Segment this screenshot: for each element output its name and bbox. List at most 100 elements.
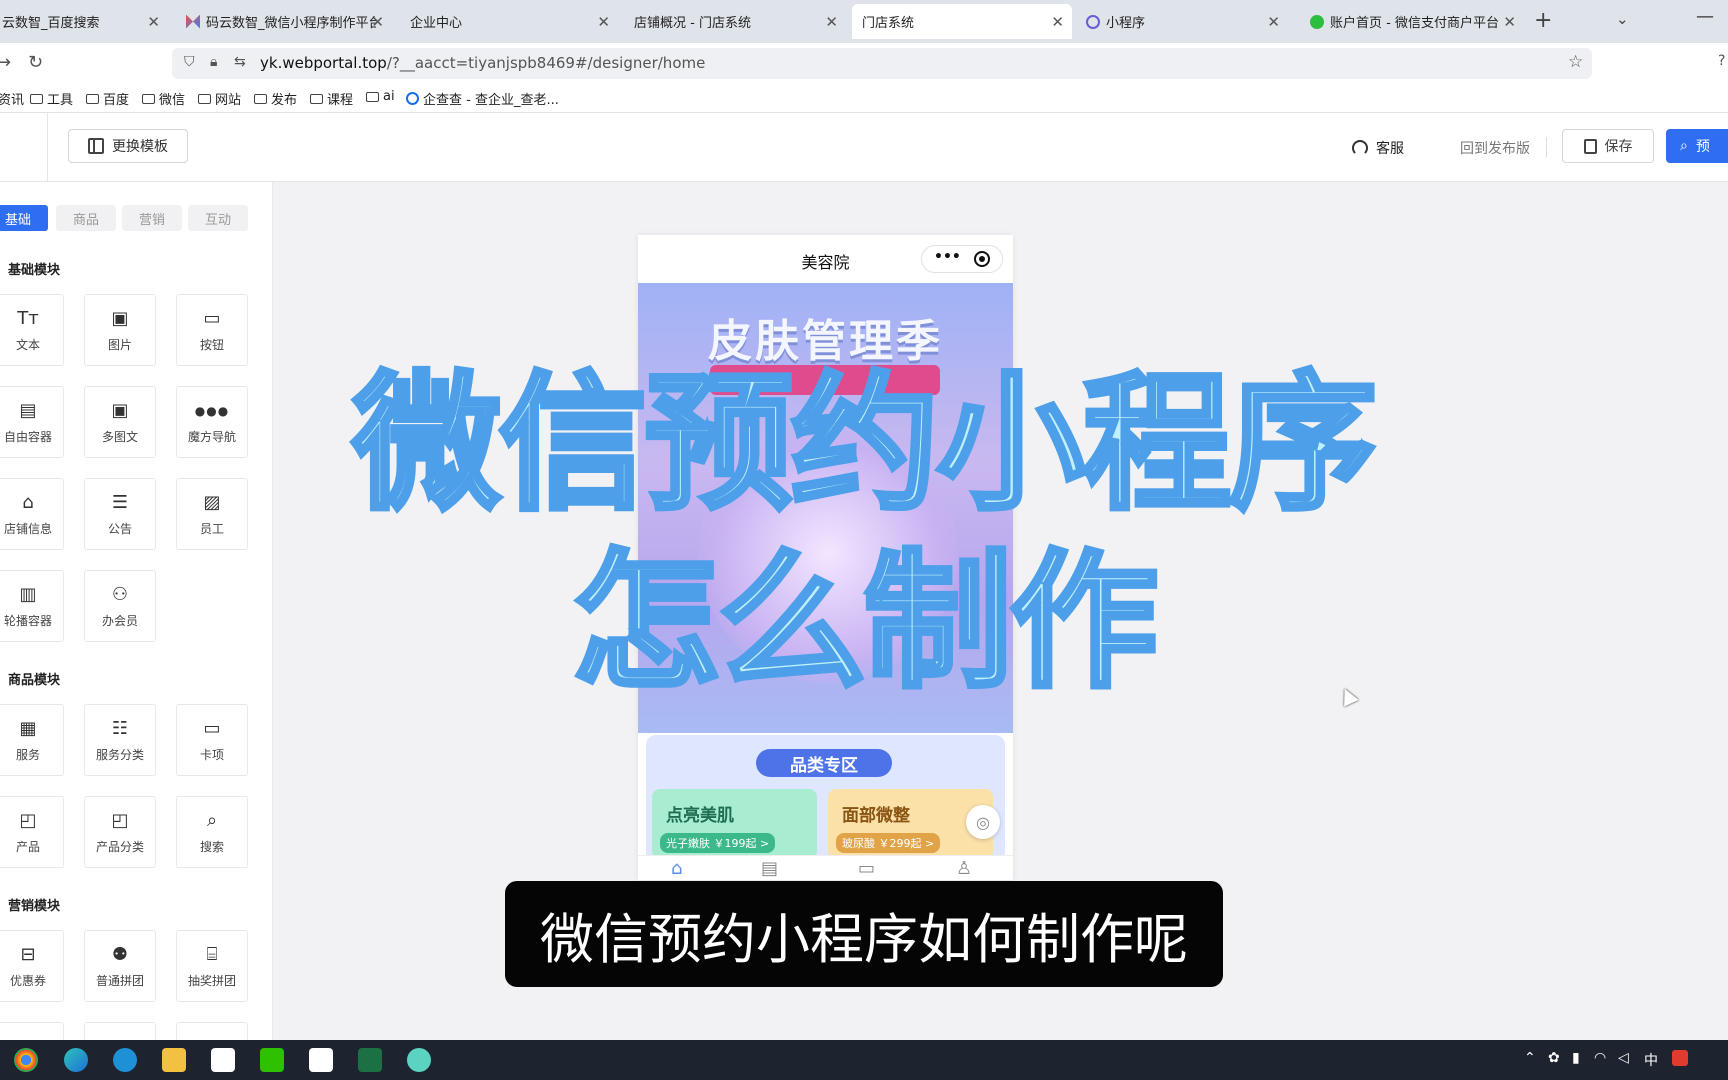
close-icon[interactable]: ✕ — [371, 13, 384, 31]
input-method-icon[interactable]: 中 — [1644, 1050, 1658, 1070]
preview-button[interactable]: ⌕ 预 — [1666, 129, 1728, 163]
lock-icon[interactable]: 🔒︎ — [210, 54, 217, 70]
tab-enterprise-center[interactable]: 企业中心 ✕ — [400, 4, 618, 39]
module-group-buy[interactable]: ⚉ 普通拼团 — [84, 930, 156, 1002]
folder-icon — [142, 93, 155, 104]
category-card[interactable]: 点亮美肌 光子嫩肤 ￥199起 > — [652, 789, 817, 859]
tab-interaction[interactable]: 互动 — [188, 205, 248, 231]
tab-title: 店铺概况 - 门店系统 — [634, 16, 751, 31]
shield-icon[interactable]: ⛉ — [184, 54, 195, 70]
module-partial[interactable] — [0, 1022, 64, 1040]
module-button[interactable]: ▭ 按钮 — [176, 294, 248, 366]
sogou-input-icon[interactable] — [1672, 1050, 1688, 1066]
module-card[interactable]: ▭ 卡项 — [176, 704, 248, 776]
module-image[interactable]: ▣ 图片 — [84, 294, 156, 366]
floating-contact-icon[interactable]: ◎ — [966, 805, 1000, 839]
app-icon[interactable] — [309, 1048, 333, 1072]
help-icon[interactable]: ? — [1718, 53, 1725, 69]
home-icon[interactable]: ⌂ — [671, 858, 682, 879]
bookmark-item[interactable]: 微信 — [142, 89, 185, 108]
module-lottery[interactable]: ⌸ 抽奖拼团 — [176, 930, 248, 1002]
image-icon: ▣ — [111, 307, 129, 329]
network-icon[interactable]: ◠ — [1594, 1050, 1606, 1066]
module-product[interactable]: ◰ 产品 — [0, 796, 64, 868]
module-partial[interactable] — [176, 1022, 248, 1040]
tab-basic[interactable]: 基础 — [0, 205, 48, 231]
new-tab-icon[interactable]: + — [1534, 8, 1552, 33]
address-bar[interactable]: ⛉ 🔒︎ ⇆ yk.webportal.top/?__aacct=tiyanjs… — [172, 48, 1592, 79]
url-text[interactable]: yk.webportal.top/?__aacct=tiyanjspb8469#… — [260, 54, 705, 72]
star-icon[interactable]: ☆ — [1568, 52, 1583, 72]
bookmark-item[interactable]: ai — [366, 89, 395, 104]
store-icon[interactable]: ▭ — [858, 858, 875, 879]
close-icon[interactable]: ✕ — [147, 13, 160, 31]
reload-icon[interactable]: ↻ — [28, 52, 43, 73]
chevron-up-icon[interactable]: ⌃ — [1524, 1050, 1536, 1066]
tab-wechat-pay[interactable]: 账户首页 - 微信支付商户平台 ✕ — [1300, 4, 1524, 39]
module-coupon[interactable]: ⊟ 优惠券 — [0, 930, 64, 1002]
phone-tab-bar: ⌂ ▤ ▭ ♙ — [638, 855, 1013, 880]
card-title: 面部微整 — [842, 806, 910, 826]
file-explorer-icon[interactable] — [162, 1048, 186, 1072]
close-icon[interactable]: ✕ — [825, 13, 838, 31]
volume-icon[interactable]: ◁ — [1618, 1050, 1629, 1066]
close-icon[interactable]: ✕ — [1267, 13, 1280, 31]
module-service[interactable]: ▦ 服务 — [0, 704, 64, 776]
more-icon[interactable]: ••• — [934, 249, 961, 265]
module-search[interactable]: ⌕ 搜索 — [176, 796, 248, 868]
tray-app-icon[interactable]: ✿ — [1548, 1050, 1560, 1066]
bookmark-item[interactable]: 百度 — [86, 89, 129, 108]
bookmark-label: 网站 — [215, 93, 242, 108]
microphone-icon[interactable]: ▮ — [1572, 1050, 1580, 1066]
excel-icon[interactable] — [358, 1048, 382, 1072]
site-settings-icon[interactable]: ⇆ — [234, 54, 246, 70]
flower-app-icon[interactable] — [407, 1048, 431, 1072]
url-domain: yk.webportal.top — [260, 54, 387, 72]
wechat-pay-icon — [1310, 14, 1324, 29]
module-product-category[interactable]: ◰ 产品分类 — [84, 796, 156, 868]
module-partial[interactable] — [84, 1022, 156, 1040]
tab-goods[interactable]: 商品 — [56, 205, 116, 231]
tab-marketing[interactable]: 营销 — [122, 205, 182, 231]
service-icon: ▦ — [19, 717, 37, 739]
back-to-published-link[interactable]: 回到发布版 — [1460, 138, 1530, 158]
folder-icon — [310, 93, 323, 104]
close-icon[interactable]: ✕ — [1503, 13, 1516, 31]
tab-store-overview[interactable]: 店铺概况 - 门店系统 ✕ — [624, 4, 846, 39]
product-category-icon: ◰ — [111, 809, 129, 831]
minimize-icon[interactable]: — — [1696, 6, 1714, 27]
close-icon[interactable]: ✕ — [1051, 13, 1064, 31]
wechat-icon[interactable] — [260, 1048, 284, 1072]
close-target-icon[interactable] — [974, 251, 990, 267]
change-template-button[interactable]: 更换模板 — [68, 129, 188, 163]
tab-mayun[interactable]: 码云数智_微信小程序制作平台_ ✕ — [176, 4, 386, 39]
qq-icon[interactable] — [211, 1048, 235, 1072]
booking-icon[interactable]: ▤ — [761, 858, 778, 879]
bookmark-item[interactable]: 课程 — [310, 89, 353, 108]
save-button[interactable]: 保存 — [1562, 129, 1654, 163]
bookmark-item[interactable]: 企查查 - 查企业_查老... — [406, 89, 559, 108]
tab-title: 码云数智_微信小程序制作平台_ — [206, 16, 376, 31]
tab-store-system[interactable]: 门店系统 ✕ — [852, 4, 1072, 39]
bookmark-item[interactable]: 发布 — [254, 89, 297, 108]
edge-icon[interactable] — [64, 1048, 88, 1072]
tab-baidu-search[interactable]: 云数智_百度搜索 ✕ — [0, 4, 168, 39]
search-icon: ⌕ — [1680, 138, 1688, 154]
bookmark-item[interactable]: 工具 — [30, 89, 73, 108]
tab-title: 企业中心 — [410, 16, 463, 31]
save-label: 保存 — [1604, 139, 1633, 155]
module-text[interactable]: Tт 文本 — [0, 294, 64, 366]
close-icon[interactable]: ✕ — [597, 13, 610, 31]
module-service-category[interactable]: ☷ 服务分类 — [84, 704, 156, 776]
tab-miniprogram[interactable]: 小程序 ✕ — [1076, 4, 1288, 39]
save-icon — [1583, 138, 1597, 154]
chevron-down-icon[interactable]: ⌄ — [1616, 10, 1629, 28]
bookmark-item[interactable]: 资讯 — [0, 89, 24, 108]
forward-icon[interactable]: → — [0, 52, 11, 73]
profile-icon[interactable]: ♙ — [956, 858, 972, 879]
sogou-browser-icon[interactable] — [113, 1048, 137, 1072]
customer-service-button[interactable]: 客服 — [1352, 138, 1404, 158]
miniprogram-capsule[interactable]: ••• — [921, 245, 1003, 273]
bookmark-item[interactable]: 网站 — [198, 89, 241, 108]
chrome-icon[interactable] — [14, 1048, 38, 1072]
